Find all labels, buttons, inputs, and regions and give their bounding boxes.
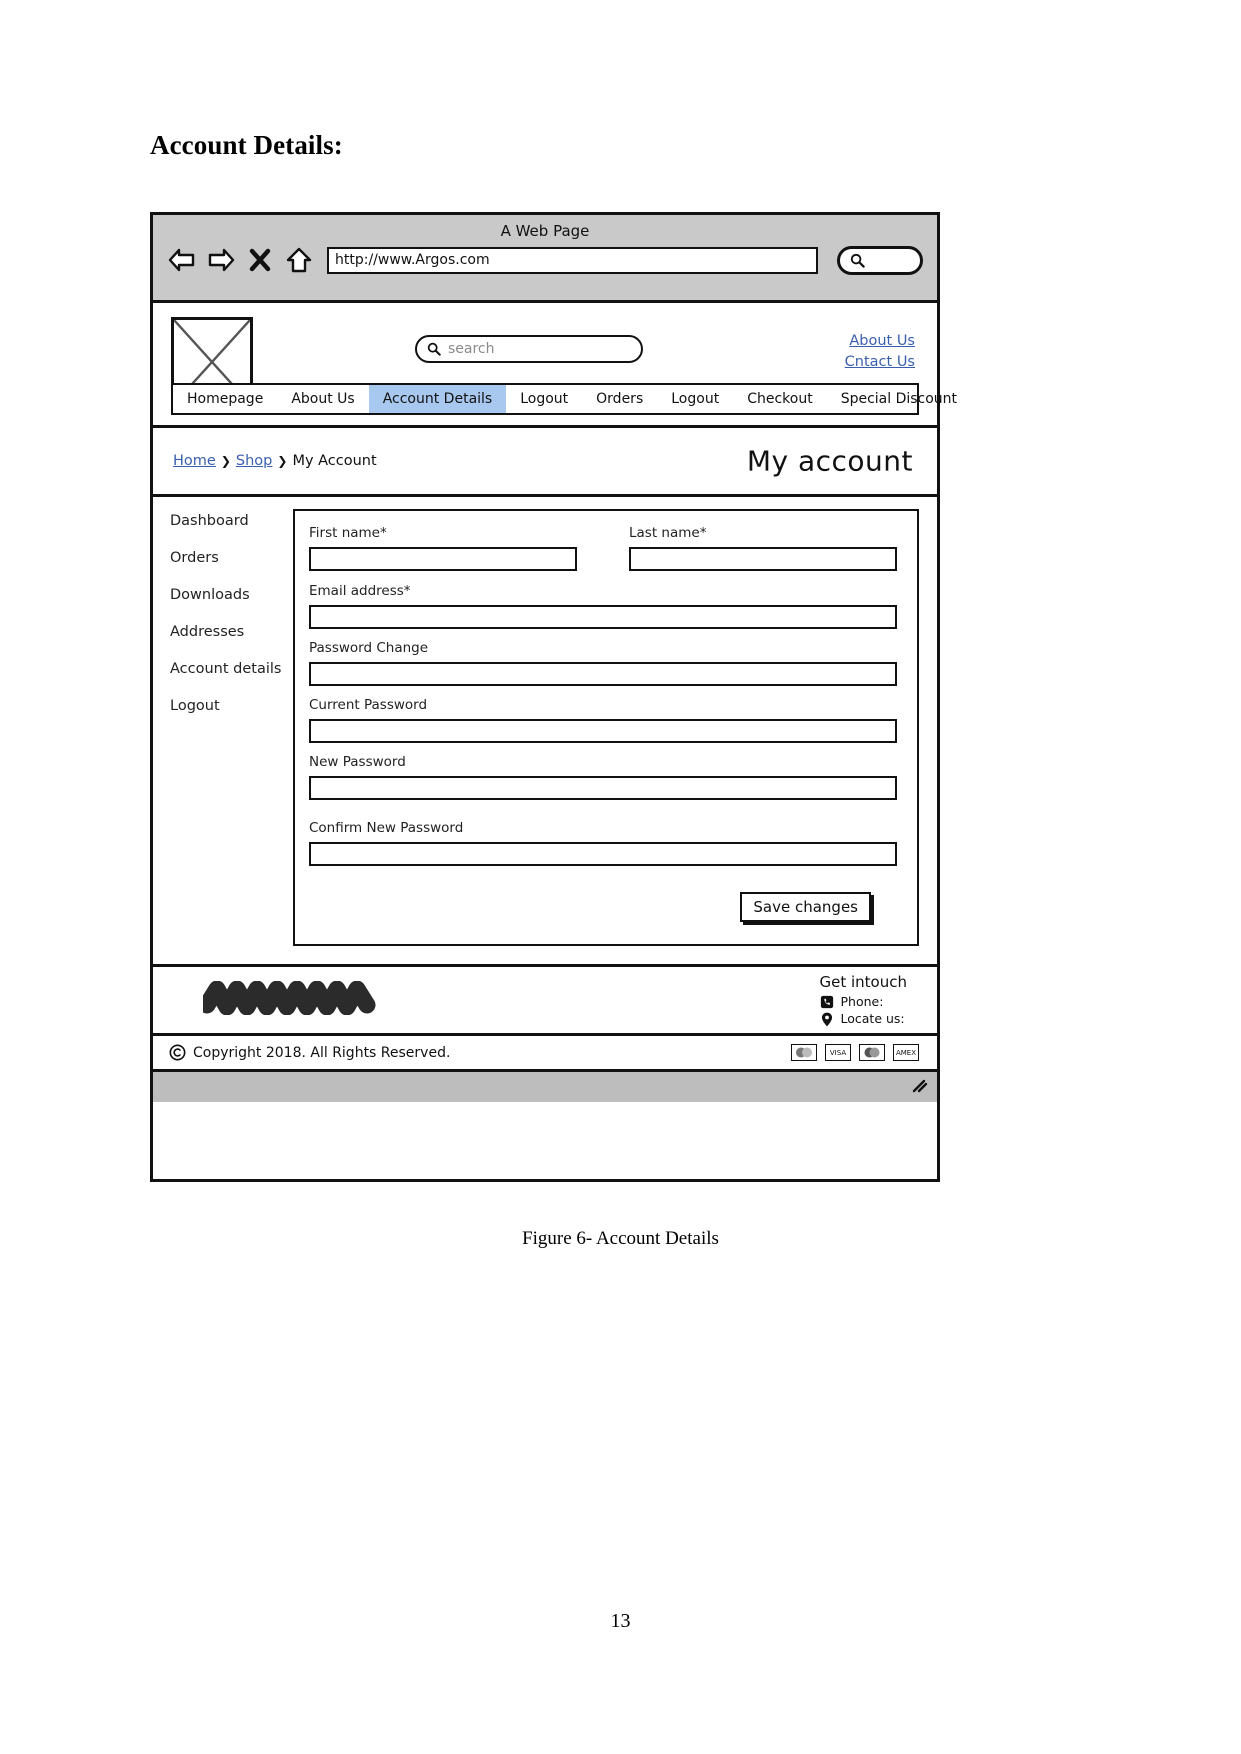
link-about-us[interactable]: About Us (845, 331, 915, 352)
search-icon (850, 253, 865, 268)
nav-item-account-details[interactable]: Account Details (368, 385, 507, 413)
phone-icon (820, 996, 833, 1009)
nav-item-logout-2[interactable]: Logout (657, 385, 733, 413)
breadcrumb-current: My Account (292, 453, 377, 469)
first-name-group: First name* (309, 525, 577, 571)
breadcrumb-home[interactable]: Home (173, 453, 216, 469)
nav-item-about-us[interactable]: About Us (277, 385, 368, 413)
nav-item-homepage[interactable]: Homepage (173, 385, 277, 413)
sidebar-item-logout[interactable]: Logout (170, 698, 288, 714)
breadcrumb-separator-icon-2: ❯ (277, 454, 288, 468)
resize-grip-icon[interactable] (911, 1078, 929, 1098)
phone-label: Phone: (840, 994, 884, 1009)
password-change-group: Password Change (309, 640, 897, 686)
main-navigation: Homepage About Us Account Details Logout… (171, 383, 957, 415)
sidebar-item-addresses[interactable]: Addresses (170, 624, 288, 640)
scribble-placeholder (198, 980, 403, 1019)
page-number: 13 (610, 1610, 631, 1632)
last-name-group: Last name* (629, 525, 897, 571)
browser-toolbar: http://www.Argos.com (153, 245, 937, 275)
nav-item-special-discount[interactable]: Special Discount (827, 385, 971, 413)
name-row: First name* Last name* (309, 525, 897, 571)
sidebar-item-orders[interactable]: Orders (170, 550, 288, 566)
last-name-field[interactable] (629, 547, 897, 571)
phone-row: Phone: (820, 994, 908, 1010)
search-input[interactable]: search (415, 335, 643, 363)
confirm-password-group: Confirm New Password (309, 820, 897, 866)
breadcrumb-band: Home ❯ Shop ❯ My Account My account (153, 425, 937, 497)
confirm-password-field[interactable] (309, 842, 897, 866)
link-contact-us[interactable]: Cntact Us (845, 352, 915, 373)
nav-item-logout[interactable]: Logout (506, 385, 582, 413)
browser-mockup: A Web Page http://www.Argos.com search A… (150, 212, 957, 1182)
account-page-heading: My account (746, 444, 913, 478)
first-name-label: First name* (309, 525, 387, 541)
figure-caption: Figure 6- Account Details (522, 1228, 719, 1249)
browser-statusbar (153, 1072, 937, 1102)
amex-card-icon: AMEX (893, 1044, 919, 1061)
new-password-field[interactable] (309, 776, 897, 800)
last-name-label: Last name* (629, 525, 707, 541)
url-input[interactable]: http://www.Argos.com (327, 246, 818, 274)
account-sidebar: Dashboard Orders Downloads Addresses Acc… (153, 497, 288, 964)
copyright-label: Copyright 2018. All Rights Reserved. (193, 1044, 451, 1061)
save-changes-button[interactable]: Save changes (740, 892, 871, 922)
breadcrumb-separator-icon: ❯ (220, 454, 231, 468)
get-in-touch-title: Get intouch (819, 973, 908, 991)
site-header: search About Us Cntact Us Homepage About… (153, 303, 957, 425)
current-password-group: Current Password (309, 697, 897, 743)
home-icon[interactable] (284, 245, 314, 275)
email-label: Email address* (309, 583, 411, 599)
nav-item-orders[interactable]: Orders (582, 385, 657, 413)
email-group: Email address* (309, 583, 897, 629)
new-password-group: New Password (309, 754, 897, 800)
visa-card-icon: VISA (825, 1044, 851, 1061)
close-x-icon[interactable] (245, 245, 275, 275)
url-text: http://www.Argos.com (335, 252, 490, 268)
account-details-form: First name* Last name* Email address* Pa… (293, 509, 919, 946)
copyright-bar: Copyright 2018. All Rights Reserved. VIS… (153, 1036, 937, 1072)
locate-row: Locate us: (820, 1011, 908, 1027)
password-change-field[interactable] (309, 662, 897, 686)
get-in-touch-block: Get intouch Phone: Locate us: (819, 973, 908, 1029)
search-placeholder: search (448, 341, 495, 357)
forward-arrow-icon[interactable] (206, 245, 236, 275)
maestro-card-icon (791, 1044, 817, 1061)
password-change-label: Password Change (309, 640, 429, 656)
current-password-label: Current Password (309, 697, 428, 713)
new-password-label: New Password (309, 754, 406, 770)
copyright-text: Copyright 2018. All Rights Reserved. (169, 1044, 450, 1061)
account-body: Dashboard Orders Downloads Addresses Acc… (153, 497, 937, 964)
locate-label: Locate us: (840, 1011, 905, 1027)
breadcrumb: Home ❯ Shop ❯ My Account (173, 453, 377, 469)
browser-chrome: A Web Page http://www.Argos.com (153, 215, 937, 303)
mastercard-icon (859, 1044, 885, 1061)
header-links: About Us Cntact Us (845, 331, 915, 373)
copyright-icon (169, 1044, 186, 1061)
footer: Get intouch Phone: Locate us: (153, 964, 937, 1036)
browser-search-box[interactable] (837, 245, 923, 275)
search-icon (427, 342, 441, 356)
save-row: Save changes (309, 892, 871, 922)
page-title: Account Details: (150, 130, 343, 160)
confirm-password-label: Confirm New Password (309, 820, 464, 836)
first-name-field[interactable] (309, 547, 577, 571)
browser-window-title: A Web Page (500, 222, 590, 240)
breadcrumb-shop[interactable]: Shop (236, 453, 272, 469)
sidebar-item-downloads[interactable]: Downloads (170, 587, 288, 603)
location-pin-icon (821, 1012, 832, 1027)
sidebar-item-dashboard[interactable]: Dashboard (170, 513, 288, 529)
sidebar-item-account-details[interactable]: Account details (170, 661, 288, 677)
current-password-field[interactable] (309, 719, 897, 743)
payment-icons: VISA AMEX (791, 1044, 919, 1061)
back-arrow-icon[interactable] (167, 245, 197, 275)
email-field[interactable] (309, 605, 897, 629)
nav-item-checkout[interactable]: Checkout (733, 385, 827, 413)
